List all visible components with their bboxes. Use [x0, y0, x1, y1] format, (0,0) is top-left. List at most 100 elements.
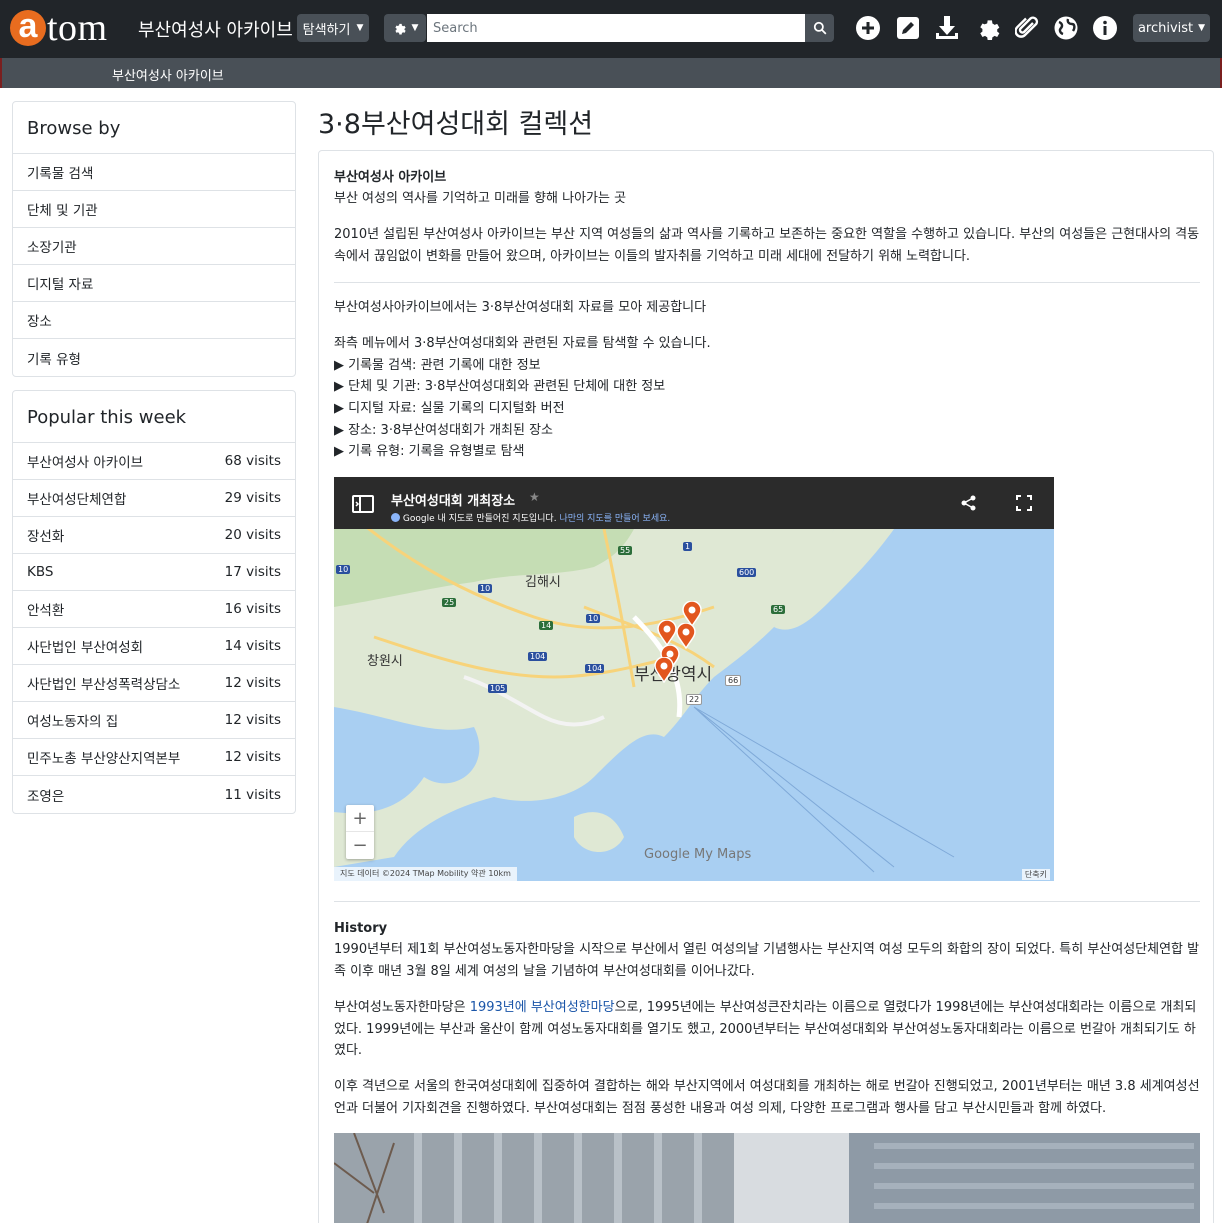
visit-count: 68 visits — [224, 453, 281, 469]
popular-item-name: 안석환 — [27, 603, 65, 619]
edit-button[interactable] — [894, 14, 922, 42]
browse-item-label: 기록 유형 — [27, 351, 81, 368]
map-subtitle-text: Google 내 지도로 만들어진 지도입니다. — [402, 514, 557, 524]
history-paragraph: 1990년부터 제1회 부산여성노동자한마당을 시작으로 부산에서 열린 여성의… — [334, 942, 1200, 979]
atom-logo[interactable]: a tom — [10, 8, 108, 48]
browse-item[interactable]: 디지털 자료 — [13, 265, 295, 302]
road-shield: 10 — [586, 614, 601, 623]
popular-item-name: KBS — [27, 564, 54, 580]
gear-icon — [394, 23, 406, 35]
map-sidebar-icon[interactable] — [352, 495, 374, 513]
search-button[interactable] — [805, 14, 834, 42]
repository-title[interactable]: 부산여성사 아카이브 — [112, 65, 224, 84]
visit-count: 12 visits — [224, 712, 281, 728]
logo-letter: a — [10, 9, 46, 46]
help-button[interactable] — [1091, 14, 1119, 42]
share-icon[interactable] — [961, 495, 977, 511]
popular-item-name: 부산여성사 아카이브 — [27, 455, 144, 471]
browse-item-label: 디지털 자료 — [27, 277, 94, 293]
zoom-in-button[interactable]: + — [346, 805, 374, 832]
gear-icon — [980, 20, 1000, 41]
popular-item-name: 사단법인 부산여성회 — [27, 640, 144, 656]
map-label-gimhae: 김해시 — [525, 575, 561, 590]
history-link[interactable]: 1993년에 부산여성한마당 — [470, 1000, 615, 1015]
browse-item[interactable]: 기록물 검색 — [13, 154, 295, 191]
embedded-map[interactable]: 부산여성대회 개최장소 ★ Google 내 지도로 만들어진 지도입니다. 나… — [334, 477, 1054, 881]
settings-button[interactable] — [973, 14, 1001, 42]
intro-tagline: 부산 여성의 역사를 기억하고 미래를 향해 나아가는 곳 — [334, 191, 627, 206]
search-options-button[interactable]: ▼ — [384, 14, 426, 42]
road-shield: 25 — [442, 598, 457, 607]
popular-item-name: 사단법인 부산성폭력상담소 — [27, 677, 181, 693]
browse-item-label: 소장기관 — [27, 240, 77, 256]
info-icon — [1093, 16, 1117, 40]
popular-item[interactable]: 사단법인 부산여성회 14 visits — [13, 628, 295, 665]
info-icon — [391, 513, 400, 522]
language-button[interactable] — [1052, 14, 1080, 42]
browse-item-label: 장소 — [27, 314, 52, 330]
road-shield: 10 — [478, 584, 493, 593]
visit-count: 14 visits — [224, 638, 281, 654]
intro-heading: 부산여성사 아카이브 — [334, 170, 447, 185]
visit-count: 11 visits — [224, 786, 281, 803]
user-menu-button[interactable]: archivist ▼ — [1133, 14, 1210, 42]
road-shield: 104 — [585, 664, 605, 673]
import-button[interactable] — [933, 14, 961, 42]
map-title: 부산여성대회 개최장소 — [391, 494, 516, 509]
browse-menu-label: 탐색하기 — [302, 22, 351, 38]
top-navbar: a tom 부산여성사 아카이브 탐색하기 ▼ ▼ Search archivi… — [0, 0, 1222, 58]
popular-item[interactable]: 민주노총 부산양산지역본부 12 visits — [13, 739, 295, 776]
visit-count: 29 visits — [224, 490, 281, 506]
chevron-down-icon: ▼ — [1198, 23, 1206, 33]
zoom-out-button[interactable]: − — [346, 832, 374, 859]
browse-item-label: 단체 및 기관 — [27, 203, 98, 219]
history-text: 부산여성노동자한마당은 — [334, 1000, 470, 1015]
visit-count: 12 visits — [224, 675, 281, 691]
popular-title: Popular this week — [13, 391, 295, 443]
road-shield: 600 — [737, 568, 757, 577]
logo-text: tom — [47, 7, 108, 49]
road-shield: 66 — [725, 675, 742, 686]
road-shield: 55 — [618, 546, 633, 555]
browse-item[interactable]: 소장기관 — [13, 228, 295, 265]
popular-item-name: 부산여성단체연합 — [27, 492, 127, 508]
browse-item-label: 기록물 검색 — [27, 166, 94, 182]
popular-item[interactable]: 안석환 16 visits — [13, 591, 295, 628]
user-menu-label: archivist — [1137, 20, 1194, 36]
paperclip-icon — [1015, 16, 1039, 38]
browse-by-title: Browse by — [13, 102, 295, 154]
popular-item[interactable]: 부산여성사 아카이브 68 visits — [13, 443, 295, 480]
browse-item[interactable]: 장소 — [13, 302, 295, 339]
search-icon — [813, 21, 826, 35]
divider — [334, 282, 1200, 283]
browse-item[interactable]: 단체 및 기관 — [13, 191, 295, 228]
popular-item[interactable]: 조영은 11 visits — [13, 776, 295, 813]
map-create-link[interactable]: 나만의 지도를 만들어 보세요. — [559, 514, 670, 524]
search-input[interactable]: Search — [427, 14, 805, 42]
site-title[interactable]: 부산여성사 아카이브 — [138, 16, 293, 42]
popular-item-name: 조영은 — [27, 788, 65, 805]
star-icon[interactable]: ★ — [529, 490, 540, 504]
menu-guide-item: ▶ 단체 및 기관: 3·8부산여성대회와 관련된 단체에 대한 정보 — [334, 379, 666, 394]
popular-item[interactable]: KBS 17 visits — [13, 554, 295, 591]
edit-icon — [897, 17, 919, 39]
popular-item[interactable]: 여성노동자의 집 12 visits — [13, 702, 295, 739]
menu-guide-item: ▶ 기록물 검색: 관련 기록에 대한 정보 — [334, 358, 541, 373]
map-attribution: 지도 데이터 ©2024 TMap Mobility 약관 10km — [334, 867, 517, 881]
road-shield: 10 — [336, 565, 351, 574]
visit-count: 16 visits — [224, 601, 281, 617]
road-shield: 22 — [686, 694, 703, 705]
road-shield: 105 — [488, 684, 508, 693]
map-marker-icon[interactable] — [657, 620, 677, 646]
clipboard-button[interactable] — [1013, 14, 1041, 42]
map-marker-icon[interactable] — [654, 657, 674, 683]
browse-item[interactable]: 기록 유형 — [13, 339, 295, 376]
popular-item[interactable]: 장선화 20 visits — [13, 517, 295, 554]
fullscreen-icon[interactable] — [1016, 495, 1032, 511]
popular-item[interactable]: 사단법인 부산성폭력상담소 12 visits — [13, 665, 295, 702]
keyboard-shortcuts-link[interactable]: 단축키 — [1021, 869, 1050, 880]
browse-menu-button[interactable]: 탐색하기 ▼ — [297, 14, 369, 42]
download-icon — [936, 16, 958, 39]
popular-item[interactable]: 부산여성단체연합 29 visits — [13, 480, 295, 517]
add-button[interactable] — [854, 14, 882, 42]
